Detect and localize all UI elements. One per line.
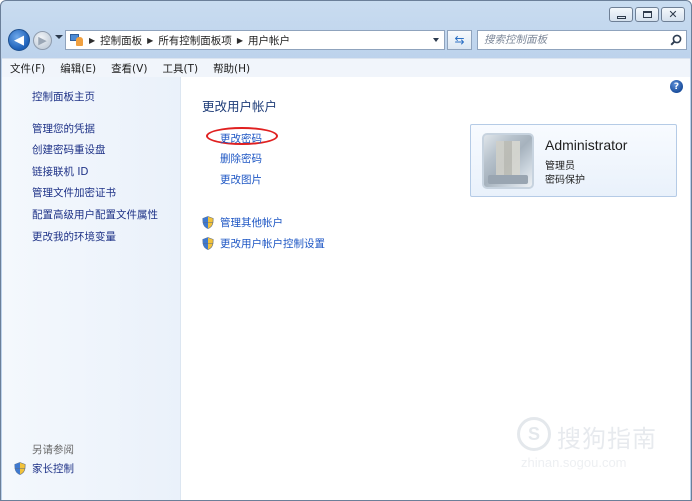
recent-pages-dropdown-icon[interactable] <box>55 35 63 39</box>
close-button[interactable]: ✕ <box>661 7 685 22</box>
account-password-status: 密码保护 <box>545 175 585 186</box>
sidebar-control-panel-home[interactable]: 控制面板主页 <box>32 89 95 104</box>
page-title: 更改用户帐户 <box>202 99 278 114</box>
refresh-button[interactable]: ⇆ <box>447 30 472 50</box>
remove-password-link[interactable]: 删除密码 <box>220 151 262 166</box>
manage-other-accounts-label: 管理其他帐户 <box>220 217 283 229</box>
minimize-icon <box>616 15 626 19</box>
menu-help[interactable]: 帮助(H) <box>205 61 257 76</box>
uac-shield-icon <box>202 216 214 229</box>
parental-controls-label: 家长控制 <box>32 463 74 475</box>
sidebar-environment-variables[interactable]: 更改我的环境变量 <box>32 229 116 244</box>
navigation-bar: ◀ ▶ ▶ 控制面板 ▶ 所有控制面板项 ▶ 用户帐户 ⇆ <box>7 28 687 52</box>
sidebar: 控制面板主页 管理您的凭据 创建密码重设盘 链接联机 ID 管理文件加密证书 配… <box>2 77 181 500</box>
sidebar-advanced-profile-properties[interactable]: 配置高级用户配置文件属性 <box>32 207 158 222</box>
uac-shield-icon <box>202 237 214 250</box>
user-account-tile: Administrator 管理员 密码保护 <box>470 124 677 197</box>
main-panel: ? 更改用户帐户 更改密码 删除密码 更改图片 管理其他帐户 更改用户帐户控制设… <box>180 77 690 500</box>
menu-file[interactable]: 文件(F) <box>2 61 52 76</box>
account-type: 管理员 <box>545 161 575 172</box>
manage-other-accounts-link[interactable]: 管理其他帐户 <box>202 215 283 230</box>
search-input[interactable] <box>484 33 664 47</box>
see-also-heading: 另请参阅 <box>32 444 74 456</box>
menu-bar: 文件(F) 编辑(E) 查看(V) 工具(T) 帮助(H) <box>2 58 690 78</box>
menu-edit[interactable]: 编辑(E) <box>52 61 103 76</box>
sidebar-create-reset-disk[interactable]: 创建密码重设盘 <box>32 142 106 157</box>
address-dropdown-icon[interactable] <box>433 38 439 42</box>
breadcrumb-control-panel[interactable]: 控制面板 <box>100 33 142 48</box>
menu-view[interactable]: 查看(V) <box>103 61 154 76</box>
account-name: Administrator <box>545 137 628 153</box>
help-icon[interactable]: ? <box>670 80 683 93</box>
maximize-button[interactable] <box>635 7 659 22</box>
breadcrumb-separator-icon: ▶ <box>89 35 96 45</box>
sidebar-parental-controls[interactable]: 家长控制 <box>14 461 74 476</box>
uac-settings-link[interactable]: 更改用户帐户控制设置 <box>202 236 325 251</box>
minimize-button[interactable] <box>609 7 633 22</box>
user-accounts-icon <box>70 34 84 46</box>
back-button[interactable]: ◀ <box>8 29 30 51</box>
search-icon[interactable] <box>670 34 682 46</box>
forward-button[interactable]: ▶ <box>33 31 52 50</box>
caption-buttons: ✕ <box>609 7 685 22</box>
breadcrumb-separator-icon: ▶ <box>236 35 243 45</box>
window: ✕ ◀ ▶ ▶ 控制面板 ▶ 所有控制面板项 ▶ 用户帐户 ⇆ 搜索控制面板 文… <box>0 0 692 501</box>
sidebar-manage-credentials[interactable]: 管理您的凭据 <box>32 121 95 136</box>
help-glyph: ? <box>673 81 680 92</box>
forward-arrow-icon: ▶ <box>38 34 47 47</box>
breadcrumb-user-accounts[interactable]: 用户帐户 <box>248 33 290 48</box>
uac-shield-icon <box>14 462 26 475</box>
uac-settings-label: 更改用户帐户控制设置 <box>220 238 325 250</box>
menu-tools[interactable]: 工具(T) <box>154 61 205 76</box>
sidebar-manage-encryption-certs[interactable]: 管理文件加密证书 <box>32 185 116 200</box>
search-box <box>477 30 687 50</box>
maximize-icon <box>642 11 652 18</box>
sidebar-link-online-id[interactable]: 链接联机 ID <box>32 164 89 179</box>
close-icon: ✕ <box>668 8 678 21</box>
change-password-link[interactable]: 更改密码 <box>220 131 262 146</box>
refresh-icon: ⇆ <box>454 33 465 47</box>
breadcrumb-separator-icon: ▶ <box>147 35 154 45</box>
content-area: 控制面板主页 管理您的凭据 创建密码重设盘 链接联机 ID 管理文件加密证书 配… <box>2 77 690 500</box>
change-picture-link[interactable]: 更改图片 <box>220 172 262 187</box>
address-bar[interactable]: ▶ 控制面板 ▶ 所有控制面板项 ▶ 用户帐户 <box>65 30 445 50</box>
breadcrumb-all-items[interactable]: 所有控制面板项 <box>158 33 232 48</box>
back-arrow-icon: ◀ <box>14 32 24 48</box>
avatar[interactable] <box>482 133 534 189</box>
